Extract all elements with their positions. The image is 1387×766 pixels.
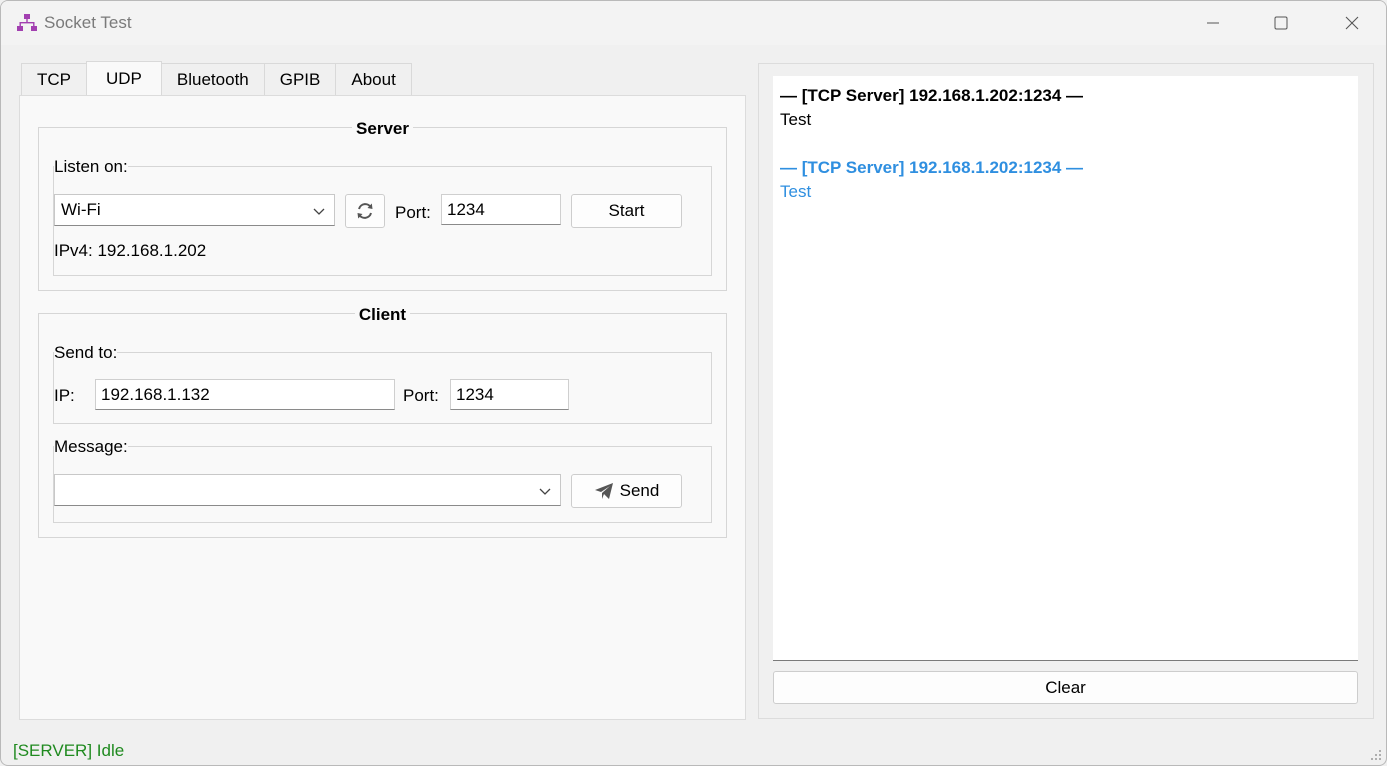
- message-group: Message: Send: [53, 437, 712, 523]
- window-title: Socket Test: [44, 13, 132, 32]
- tab-bar: TCP UDP Bluetooth GPIB About: [21, 61, 412, 95]
- message-input[interactable]: [54, 474, 561, 506]
- server-port-value: 1234: [447, 199, 485, 219]
- log-entry: — [TCP Server] 192.168.1.202:1234 — Test: [780, 156, 1351, 204]
- minimize-button[interactable]: [1178, 1, 1248, 45]
- resize-grip-icon[interactable]: [1370, 749, 1382, 761]
- log-entry-body: Test: [780, 110, 812, 129]
- clear-button[interactable]: Clear: [773, 671, 1358, 704]
- network-icon: [17, 14, 37, 31]
- close-icon: [1345, 16, 1359, 30]
- server-group-title: Server: [352, 119, 413, 138]
- listen-on-group: Listen on: Wi-Fi Port: 1234 Start IPv4: …: [53, 157, 712, 276]
- send-button[interactable]: Send: [571, 474, 682, 508]
- client-group-title: Client: [354, 305, 411, 324]
- title-bar: Socket Test: [1, 1, 1386, 45]
- client-port-label: Port:: [403, 386, 439, 405]
- maximize-button[interactable]: [1246, 1, 1316, 45]
- tab-bluetooth[interactable]: Bluetooth: [160, 63, 265, 95]
- client-port-value: 1234: [456, 384, 494, 404]
- ip-label: IP:: [54, 386, 75, 405]
- log-entry-header: — [TCP Server] 192.168.1.202:1234 —: [780, 158, 1084, 177]
- minimize-icon: [1207, 22, 1219, 24]
- close-button[interactable]: [1317, 1, 1386, 45]
- listen-on-label: Listen on:: [54, 157, 128, 177]
- interface-select[interactable]: Wi-Fi: [54, 194, 335, 226]
- refresh-button[interactable]: [345, 194, 385, 228]
- app-window: Socket Test TCP UDP Bluetooth GPIB About…: [0, 0, 1387, 766]
- send-to-group: Send to: IP: 192.168.1.132 Port: 1234: [53, 343, 712, 424]
- start-button[interactable]: Start: [571, 194, 682, 228]
- client-group: Client Send to: IP: 192.168.1.132 Port: …: [38, 305, 727, 538]
- tab-udp[interactable]: UDP: [86, 61, 162, 95]
- tab-gpib[interactable]: GPIB: [263, 63, 337, 95]
- client-port-input[interactable]: 1234: [450, 379, 569, 410]
- server-port-input[interactable]: 1234: [441, 194, 561, 225]
- send-button-label: Send: [619, 481, 660, 500]
- server-group: Server Listen on: Wi-Fi Port: 1234 Start…: [38, 119, 727, 291]
- paper-plane-icon: [594, 483, 613, 499]
- send-to-label: Send to:: [54, 343, 118, 363]
- log-view[interactable]: — [TCP Server] 192.168.1.202:1234 — Test…: [773, 76, 1358, 661]
- ipv4-address: IPv4: 192.168.1.202: [54, 241, 207, 260]
- chevron-down-icon: [313, 208, 325, 215]
- interface-select-value: Wi-Fi: [61, 200, 101, 219]
- log-entry-body: Test: [780, 182, 812, 201]
- message-label: Message:: [54, 437, 128, 457]
- log-entry: — [TCP Server] 192.168.1.202:1234 — Test: [780, 84, 1351, 132]
- chevron-down-icon: [539, 488, 551, 495]
- log-entry-header: — [TCP Server] 192.168.1.202:1234 —: [780, 86, 1084, 105]
- tab-about[interactable]: About: [335, 63, 412, 95]
- ip-input[interactable]: 192.168.1.132: [95, 379, 395, 410]
- server-port-label: Port:: [395, 203, 431, 222]
- tab-tcp[interactable]: TCP: [21, 63, 87, 95]
- ip-input-value: 192.168.1.132: [101, 384, 210, 404]
- status-text: [SERVER] Idle: [13, 741, 125, 760]
- refresh-icon: [357, 203, 373, 219]
- maximize-icon: [1274, 16, 1288, 30]
- udp-tab-pane: Server Listen on: Wi-Fi Port: 1234 Start…: [19, 95, 746, 720]
